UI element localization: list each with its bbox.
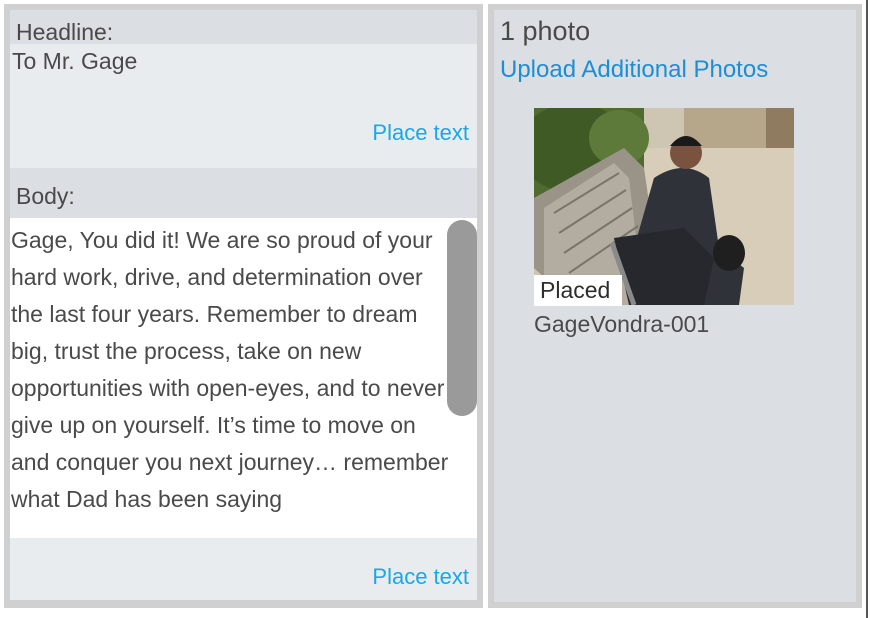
upload-additional-photos-link[interactable]: Upload Additional Photos bbox=[500, 56, 768, 84]
body-text[interactable]: Gage, You did it! We are so proud of you… bbox=[10, 218, 450, 518]
body-scrollbar-thumb[interactable] bbox=[447, 220, 477, 416]
body-place-text-link[interactable]: Place text bbox=[372, 564, 469, 590]
text-editor-panel: Headline: To Mr. Gage Place text Body: G… bbox=[4, 4, 483, 608]
photo-filename: GageVondra-001 bbox=[534, 311, 710, 337]
photos-panel-inner: 1 photo Upload Additional Photos Placed … bbox=[494, 10, 856, 602]
body-textarea[interactable]: Gage, You did it! We are so proud of you… bbox=[10, 218, 477, 538]
window-edge-divider bbox=[866, 0, 868, 618]
body-label: Body: bbox=[10, 168, 477, 218]
photo-status-badge: Placed bbox=[534, 275, 622, 306]
photo-count: 1 photo bbox=[500, 16, 591, 46]
headline-label: Headline: bbox=[10, 10, 477, 44]
body-field: Gage, You did it! We are so proud of you… bbox=[10, 218, 477, 600]
headline-field[interactable]: To Mr. Gage Place text bbox=[10, 44, 477, 168]
headline-place-text-link[interactable]: Place text bbox=[372, 120, 469, 146]
headline-input[interactable]: To Mr. Gage bbox=[10, 44, 477, 74]
photos-panel: 1 photo Upload Additional Photos Placed … bbox=[488, 4, 862, 608]
